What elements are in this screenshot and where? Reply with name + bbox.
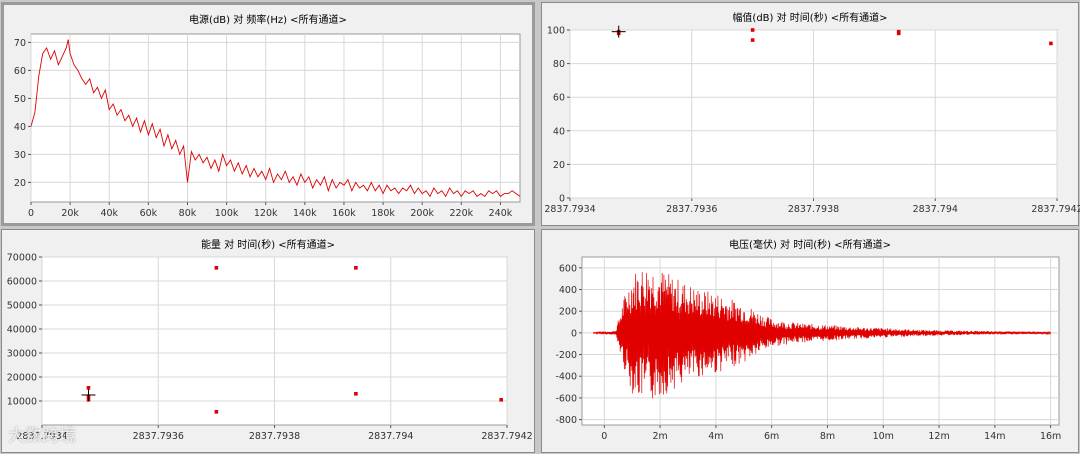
power-chart[interactable]: 0 20k 40k 60k 80k 100k 120k 140k 160k 180k 200k 220… xyxy=(4,5,538,229)
y-tick-label: 50000 xyxy=(7,301,37,312)
x-tick-label: 240k xyxy=(489,208,513,219)
x-tick-label: 2837.7938 xyxy=(249,431,300,442)
y-tick-label: 70 xyxy=(14,38,26,49)
data-point[interactable] xyxy=(354,266,358,270)
data-point[interactable] xyxy=(354,392,358,396)
y-tick-label: -400 xyxy=(555,372,577,383)
x-tick-label: 0 xyxy=(601,431,607,442)
y-tick-label: 30 xyxy=(14,150,26,161)
y-tick-label: 0 xyxy=(571,328,577,339)
y-tick-label: 20 xyxy=(553,160,565,171)
y-tick-label: 40000 xyxy=(7,325,37,336)
data-point[interactable] xyxy=(750,38,755,42)
amplitude-vs-time-panel[interactable]: 幅值(dB) 对 时间(秒) <所有通道> 2837.7934 2837.7936… xyxy=(541,2,1080,227)
x-tick-label: 0 xyxy=(28,208,34,219)
y-tick-label: 0 xyxy=(559,194,565,205)
y-tick-label: -800 xyxy=(555,415,577,426)
energy-vs-time-panel[interactable]: 能量 对 时间(秒) <所有通道> 2837.7934 2837.7936 2837… xyxy=(1,229,535,453)
y-tick-label: 60 xyxy=(553,93,565,104)
data-point[interactable] xyxy=(750,28,755,32)
data-point[interactable] xyxy=(214,266,219,270)
y-tick-label: 200 xyxy=(559,307,577,318)
x-tick-label: 16m xyxy=(1040,431,1061,442)
x-tick-label: 2837.7942 xyxy=(1031,204,1080,215)
energy-chart[interactable]: 2837.7934 2837.7936 2837.7938 2837.794 2837.… xyxy=(2,230,536,454)
y-tick-label: 40 xyxy=(553,126,565,137)
x-tick-label: 120k xyxy=(254,208,278,219)
y-tick-label: 100 xyxy=(547,26,565,37)
data-point[interactable] xyxy=(896,31,901,36)
watermark-logo: 大数跨境 xyxy=(8,426,76,446)
data-point[interactable] xyxy=(499,398,503,402)
x-tick-label: 2837.7934 xyxy=(544,204,595,215)
y-tick-label: -200 xyxy=(555,350,577,361)
x-tick-label: 100k xyxy=(215,208,239,219)
x-tick-label: 60k xyxy=(140,208,158,219)
x-tick-label: 2837.7936 xyxy=(133,431,184,442)
y-tick-label: 80 xyxy=(553,59,565,70)
x-tick-label: 20k xyxy=(61,208,79,219)
amplitude-chart[interactable]: 2837.7934 2837.7936 2837.7938 2837.794 2837.… xyxy=(542,3,1080,227)
x-tick-label: 2837.794 xyxy=(913,204,958,215)
x-tick-label: 10m xyxy=(873,431,894,442)
x-tick-label: 200k xyxy=(410,208,434,219)
x-tick-label: 6m xyxy=(764,431,779,442)
power-vs-frequency-panel[interactable]: 电源(dB) 对 频率(Hz) <所有通道> 0 20k 40k 60k 80k 100k… xyxy=(1,2,535,226)
y-tick-label: 600 xyxy=(559,263,577,274)
data-point[interactable] xyxy=(1049,41,1053,46)
x-tick-label: 220k xyxy=(449,208,473,219)
x-tick-label: 180k xyxy=(371,208,395,219)
x-tick-label: 80k xyxy=(179,208,197,219)
x-tick-label: 12m xyxy=(928,431,949,442)
y-tick-label: 400 xyxy=(559,285,577,296)
y-tick-label: 20 xyxy=(14,178,26,189)
x-tick-label: 2837.794 xyxy=(368,431,413,442)
x-tick-label: 160k xyxy=(332,208,356,219)
x-tick-label: 4m xyxy=(708,431,723,442)
x-tick-label: 2837.7936 xyxy=(666,204,717,215)
data-point[interactable] xyxy=(214,410,219,414)
y-tick-label: 60000 xyxy=(7,277,37,288)
y-tick-label: -600 xyxy=(555,393,577,404)
y-tick-label: 50 xyxy=(14,94,26,105)
voltage-chart[interactable]: 0 2m 4m 6m 8m 10m 12m 14m 16m -800 -600 -400 -200 0 20… xyxy=(542,230,1080,454)
x-tick-label: 14m xyxy=(984,431,1005,442)
voltage-vs-time-panel[interactable]: 电压(毫伏) 对 时间(秒) <所有通道> 0 2m 4m 6m 8m 10m 12m 14m… xyxy=(541,229,1079,453)
plot-area[interactable] xyxy=(30,33,521,203)
y-tick-label: 60 xyxy=(14,66,26,77)
x-tick-label: 140k xyxy=(293,208,317,219)
x-tick-label: 2837.7938 xyxy=(788,204,839,215)
y-tick-label: 70000 xyxy=(7,253,37,264)
y-tick-label: 10000 xyxy=(7,397,37,408)
y-tick-label: 20000 xyxy=(7,373,37,384)
y-tick-label: 40 xyxy=(14,122,26,133)
x-tick-label: 40k xyxy=(100,208,118,219)
x-tick-label: 2837.7942 xyxy=(481,431,532,442)
y-tick-label: 30000 xyxy=(7,349,37,360)
x-tick-label: 8m xyxy=(820,431,835,442)
x-tick-label: 2m xyxy=(652,431,667,442)
